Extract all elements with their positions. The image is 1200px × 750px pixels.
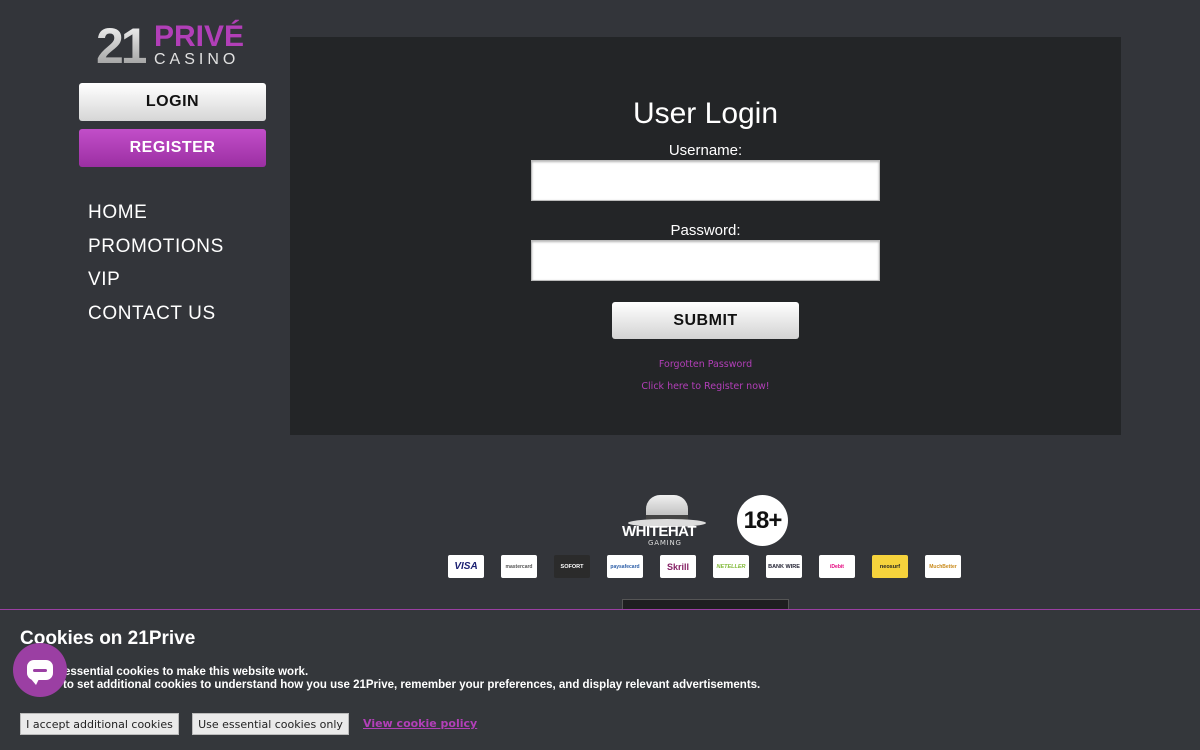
forgot-password-link[interactable]: Forgotten Password [290, 359, 1121, 370]
password-input[interactable] [531, 240, 880, 281]
whitehat-gaming-logo: WHITEHAT GAMING [620, 495, 712, 547]
cookie-text-line1: essential cookies to make this website w… [64, 666, 309, 678]
username-label: Username: [668, 142, 743, 159]
logo-number: 21 [96, 18, 149, 74]
chat-icon [27, 660, 53, 685]
muchbetter-logo: MuchBetter [925, 555, 961, 578]
idebit-logo: iDebit [819, 555, 855, 578]
bank-wire-logo: BANK WIRE [766, 555, 802, 578]
age-restriction-badge: 18+ [737, 495, 788, 546]
cookie-banner: Cookies on 21Prive essential cookies to … [0, 609, 1200, 750]
neteller-logo: NETELLER [713, 555, 749, 578]
login-button[interactable]: LOGIN [79, 83, 266, 121]
paysafecard-logo: paysafecard [607, 555, 643, 578]
whitehat-sub: GAMING [648, 539, 682, 547]
nav-item-contact-us[interactable]: CONTACT US [88, 297, 224, 331]
payment-methods: VISA mastercard SOFORT paysafecard Skril… [448, 555, 961, 578]
chat-button[interactable] [13, 643, 67, 697]
page-title: User Login [632, 97, 779, 130]
username-input[interactable] [531, 160, 880, 201]
neosurf-logo: neosurf [872, 555, 908, 578]
logo-brand: PRIVÉ [154, 20, 245, 53]
register-now-link[interactable]: Click here to Register now! [290, 381, 1121, 392]
mastercard-logo: mastercard [501, 555, 537, 578]
nav-item-home[interactable]: HOME [88, 196, 224, 230]
submit-button[interactable]: SUBMIT [612, 302, 799, 339]
logo-sub: CASINO [154, 51, 240, 68]
skrill-logo: Skrill [660, 555, 696, 578]
register-button[interactable]: REGISTER [79, 129, 266, 167]
accept-cookies-button[interactable]: I accept additional cookies [20, 713, 179, 735]
cookie-policy-link[interactable]: View cookie policy [363, 717, 477, 730]
nav-item-vip[interactable]: VIP [88, 263, 224, 297]
cookie-text-line2: ke to set additional cookies to understa… [47, 679, 761, 691]
site-logo[interactable]: 21 PRIVÉ CASINO [96, 18, 256, 74]
whitehat-text: WHITEHAT [622, 523, 697, 540]
sofort-logo: SOFORT [554, 555, 590, 578]
password-label: Password: [670, 222, 741, 239]
nav-item-promotions[interactable]: PROMOTIONS [88, 230, 224, 264]
visa-logo: VISA [448, 555, 484, 578]
main-nav: HOME PROMOTIONS VIP CONTACT US [88, 196, 224, 330]
essential-cookies-button[interactable]: Use essential cookies only [192, 713, 349, 735]
